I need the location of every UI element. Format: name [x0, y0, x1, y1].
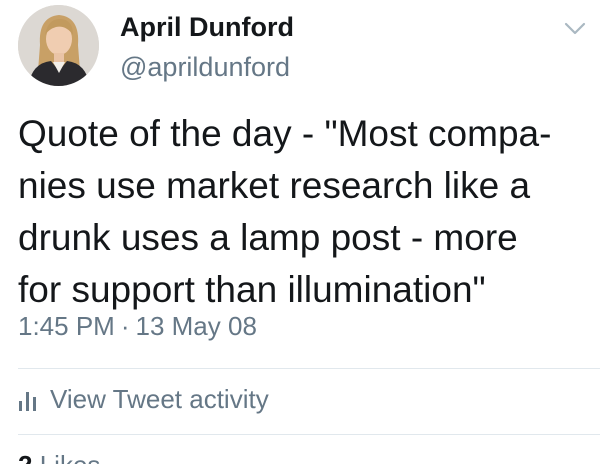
tweet-date: 13 May 08: [135, 311, 257, 341]
author-handle[interactable]: @aprildunford: [120, 52, 290, 83]
tweet-text-line: Quote of the day - "Most compa-: [18, 113, 552, 154]
divider: [18, 368, 600, 369]
view-tweet-activity-link[interactable]: View Tweet activity: [18, 384, 269, 415]
author-name[interactable]: April Dunford: [120, 12, 294, 43]
tweet-text-line: drunk uses a lamp post - more: [18, 217, 518, 258]
tweet-text: Quote of the day - "Most compa- nies use…: [18, 108, 588, 316]
avatar[interactable]: [18, 5, 99, 86]
chevron-down-icon[interactable]: [564, 22, 586, 36]
meta-separator: ·: [120, 311, 130, 341]
tweet-time: 1:45 PM: [18, 311, 115, 341]
tweet-text-line: nies use market research like a: [18, 165, 531, 206]
likes-count[interactable]: 2 Likes: [18, 450, 100, 464]
divider: [18, 434, 600, 435]
likes-number: 2: [18, 450, 32, 464]
tweet-card: April Dunford @aprildunford Quote of the…: [0, 0, 600, 464]
activity-label: View Tweet activity: [50, 384, 269, 414]
tweet-text-line: for support than illumination": [18, 269, 486, 310]
tweet-timestamp[interactable]: 1:45 PM · 13 May 08: [18, 311, 257, 342]
bar-chart-icon: [19, 391, 36, 411]
likes-label: Likes: [40, 450, 101, 464]
